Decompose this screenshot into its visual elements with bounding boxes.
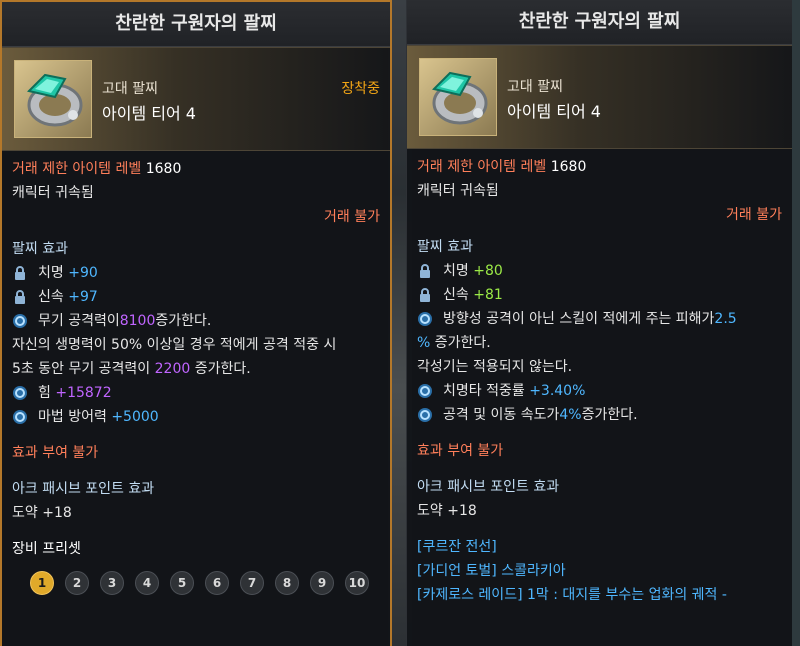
lock-icon <box>15 290 25 304</box>
effect-row: 방향성 공격이 아닌 스킬이 적에게 주는 피해가 2.5 <box>417 307 782 331</box>
bracelet-effect-heading: 팔찌 효과 <box>12 241 68 257</box>
awakening-note: 각성기는 적용되지 않는다. <box>417 359 573 375</box>
preset-button-10[interactable]: 10 <box>345 571 369 595</box>
effect-row: 힘 +15872 <box>12 381 380 405</box>
effect-condition-line1: 자신의 생명력이 50% 이상일 경우 적에게 공격 적중 시 <box>12 337 337 353</box>
preset-button-7[interactable]: 7 <box>240 571 264 595</box>
effect-orb-icon <box>13 314 27 328</box>
stat-row: 신속 +97 <box>12 285 380 309</box>
preset-button-5[interactable]: 5 <box>170 571 194 595</box>
stat-name: 신속 <box>443 287 469 303</box>
item-title: 찬란한 구원자의 팔찌 <box>2 2 390 47</box>
item-level-line: 거래 제한 아이템 레벨 1680 <box>12 157 380 181</box>
stat-value: +81 <box>473 287 503 303</box>
conditional-attack-value: 2200 <box>154 361 191 377</box>
effect-orb-icon <box>13 386 27 400</box>
effect-orb-icon <box>418 312 432 326</box>
preset-button-4[interactable]: 4 <box>135 571 159 595</box>
item-tier: 아이템 티어 4 <box>507 102 601 121</box>
speed-value: 4% <box>559 407 582 423</box>
item-tier: 아이템 티어 4 <box>102 104 196 123</box>
effect-row: 무기 공격력이 8100 증가한다. <box>12 309 380 333</box>
lock-icon <box>420 288 430 302</box>
preset-button-2[interactable]: 2 <box>65 571 89 595</box>
stat-name: 치명 <box>38 265 64 281</box>
lock-icon <box>420 264 430 278</box>
magic-defense-value: +5000 <box>111 409 159 425</box>
effect-row: 공격 및 이동 속도가 4% 증가한다. <box>417 403 782 427</box>
stat-row: 치명 +80 <box>417 259 782 283</box>
bracelet-icon <box>14 60 92 138</box>
source-link[interactable]: [가디언 토벌] 스콜라키아 <box>417 559 782 583</box>
item-level-value: 1680 <box>550 159 587 175</box>
power-label: 힘 <box>38 385 51 401</box>
equipment-preset-heading: 장비 프리셋 <box>12 541 81 557</box>
effect-orb-icon <box>418 408 432 422</box>
item-level-label: 거래 제한 아이템 레벨 <box>12 161 142 177</box>
crit-rate-label: 치명타 적중률 <box>443 383 525 399</box>
preset-selector: 1 2 3 4 5 6 7 8 9 10 <box>12 571 380 595</box>
stat-row: 신속 +81 <box>417 283 782 307</box>
tooltip-body: 거래 제한 아이템 레벨 1680 캐릭터 귀속됨 거래 불가 팔찌 효과 치명… <box>407 149 792 607</box>
power-value: +15872 <box>55 385 112 401</box>
ark-passive-heading: 아크 패시브 포인트 효과 <box>12 481 155 497</box>
effect-row: 마법 방어력 +5000 <box>12 405 380 429</box>
source-link[interactable]: [쿠르잔 전선] <box>417 535 782 559</box>
item-header: 고대 팔찌 아이템 티어 4 장착중 <box>2 47 390 151</box>
effect-row: 치명타 적중률 +3.40% <box>417 379 782 403</box>
preset-button-8[interactable]: 8 <box>275 571 299 595</box>
tooltip-compare: 찬란한 구원자의 팔찌 고대 팔찌 아이템 티어 4 거래 제한 아이템 레벨 … <box>406 0 792 646</box>
stat-name: 신속 <box>38 289 64 305</box>
stat-value: +90 <box>68 265 98 281</box>
stat-row: 치명 +90 <box>12 261 380 285</box>
no-grant-notice: 효과 부여 불가 <box>12 445 99 461</box>
item-title: 찬란한 구원자의 팔찌 <box>407 0 792 45</box>
effect-orb-icon <box>418 384 432 398</box>
magic-defense-label: 마법 방어력 <box>38 409 107 425</box>
item-header: 고대 팔찌 아이템 티어 4 <box>407 45 792 149</box>
stat-name: 치명 <box>443 263 469 279</box>
preset-button-3[interactable]: 3 <box>100 571 124 595</box>
equipped-badge: 장착중 <box>341 81 380 97</box>
ark-passive-heading: 아크 패시브 포인트 효과 <box>417 479 560 495</box>
tooltip-body: 거래 제한 아이템 레벨 1680 캐릭터 귀속됨 거래 불가 팔찌 효과 치명… <box>2 151 390 595</box>
bound-status: 캐릭터 귀속됨 <box>417 183 499 199</box>
item-level-label: 거래 제한 아이템 레벨 <box>417 159 547 175</box>
damage-value: 2.5 <box>714 311 737 327</box>
stat-value: +80 <box>473 263 503 279</box>
lock-icon <box>15 266 25 280</box>
item-level-line: 거래 제한 아이템 레벨 1680 <box>417 155 782 179</box>
effect-condition-line2: 5초 동안 무기 공격력이 2200 증가한다. <box>12 361 251 377</box>
trade-status: 거래 불가 <box>726 207 782 223</box>
crit-rate-value: +3.40% <box>529 383 586 399</box>
tooltip-equipped: 찬란한 구원자의 팔찌 고대 팔찌 아이템 티어 4 장착중 거래 제한 아이템… <box>0 0 392 646</box>
bracelet-icon <box>419 58 497 136</box>
preset-button-9[interactable]: 9 <box>310 571 334 595</box>
no-grant-notice: 효과 부여 불가 <box>417 443 504 459</box>
trade-status: 거래 불가 <box>324 209 380 225</box>
stat-value: +97 <box>68 289 98 305</box>
item-level-value: 1680 <box>145 161 182 177</box>
preset-button-1[interactable]: 1 <box>30 571 54 595</box>
effect-orb-icon <box>13 410 27 424</box>
bracelet-effect-heading: 팔찌 효과 <box>417 239 473 255</box>
preset-button-6[interactable]: 6 <box>205 571 229 595</box>
effect-continuation: % 증가한다. <box>417 335 491 351</box>
ark-passive-value: 도약 +18 <box>12 505 72 521</box>
ark-passive-value: 도약 +18 <box>417 503 477 519</box>
item-type: 고대 팔찌 <box>507 79 563 95</box>
source-link[interactable]: [카제로스 레이드] 1막 : 대지를 부수는 업화의 궤적 - <box>417 583 782 607</box>
weapon-attack-value: 8100 <box>119 313 156 329</box>
bound-status: 캐릭터 귀속됨 <box>12 185 94 201</box>
item-type: 고대 팔찌 <box>102 81 158 97</box>
